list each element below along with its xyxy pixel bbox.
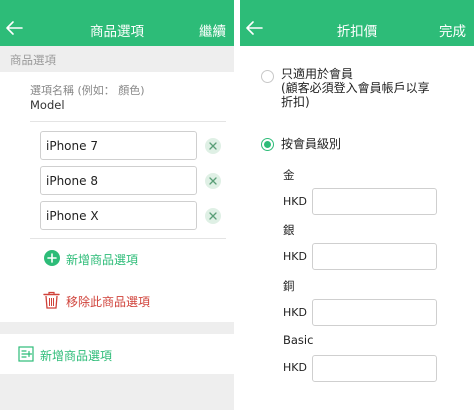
members-only-label: 只適用於會員 [281, 67, 354, 81]
section-header-label: 商品選項 [10, 53, 56, 67]
nav-bar: 商品選項 繼續 [0, 12, 234, 46]
by-member-tier-radio[interactable] [261, 138, 274, 151]
done-button[interactable]: 完成 [439, 20, 466, 40]
trash-icon[interactable] [43, 291, 60, 309]
tier-name-silver: 銀 [283, 223, 295, 237]
nav-bar: 折扣價 完成 [240, 12, 474, 46]
product-options-screen: 商品選項 繼續 商品選項 選項名稱 (例如： 顏色) Model 新增商品選項 … [0, 0, 234, 410]
divider [30, 238, 226, 239]
remove-product-option-button[interactable]: 移除此商品選項 [66, 293, 150, 310]
section-spacer [0, 322, 234, 334]
status-bar [240, 0, 474, 12]
remove-option-1-button[interactable] [205, 138, 221, 154]
add-product-option-label: 新增商品選項 [40, 349, 113, 363]
bottom-spacer [0, 374, 234, 410]
add-list-icon [18, 346, 34, 362]
option-name-value[interactable]: Model [30, 98, 65, 112]
remove-option-3-button[interactable] [205, 208, 221, 224]
add-option-value-button[interactable]: 新增商品選項 [66, 251, 138, 268]
by-member-tier-label: 按會員級別 [281, 137, 342, 151]
tier-name-bronze: 銅 [283, 279, 295, 293]
members-only-note-line1: (顧客必須登入會員帳戶以享 [281, 81, 430, 95]
plus-circle-icon[interactable] [44, 250, 60, 266]
close-icon [209, 177, 217, 185]
tier-name-basic: Basic [283, 333, 314, 347]
tier-name-gold: 金 [283, 168, 295, 182]
currency-label-gold: HKD [283, 195, 307, 208]
discount-price-screen: 折扣價 完成 只適用於會員 (顧客必須登入會員帳戶以享 折扣) 按會員級別 金 … [240, 0, 474, 410]
add-product-option-row[interactable]: 新增商品選項 [0, 334, 234, 374]
close-icon [209, 212, 217, 220]
continue-button[interactable]: 繼續 [199, 20, 226, 40]
currency-label-silver: HKD [283, 250, 307, 263]
option-value-input-2[interactable] [40, 166, 197, 195]
members-only-note-line2: 折扣) [281, 95, 310, 109]
price-input-gold[interactable] [312, 188, 437, 215]
price-input-basic[interactable] [312, 355, 437, 382]
option-value-input-1[interactable] [40, 131, 197, 160]
remove-option-2-button[interactable] [205, 173, 221, 189]
option-name-label: 選項名稱 (例如： 顏色) [30, 84, 145, 97]
price-input-silver[interactable] [312, 243, 437, 270]
divider [30, 121, 226, 122]
close-icon [209, 142, 217, 150]
option-value-input-3[interactable] [40, 201, 197, 230]
price-input-bronze[interactable] [312, 299, 437, 326]
status-bar [0, 0, 234, 12]
members-only-radio[interactable] [261, 70, 274, 83]
section-header: 商品選項 [0, 46, 234, 72]
currency-label-basic: HKD [283, 361, 307, 374]
currency-label-bronze: HKD [283, 306, 307, 319]
